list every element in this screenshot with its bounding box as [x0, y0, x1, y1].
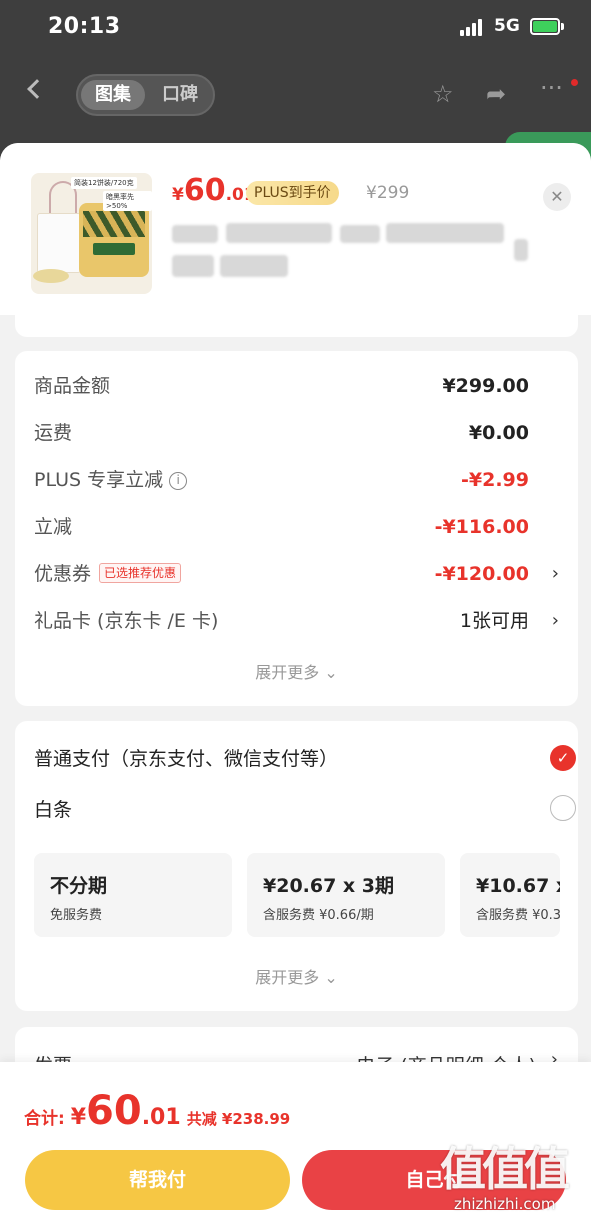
share-icon[interactable]: ➦: [486, 80, 506, 108]
close-icon[interactable]: ✕: [543, 183, 571, 211]
battery-icon: [530, 18, 560, 35]
info-icon[interactable]: i: [169, 472, 188, 490]
installment-title: ¥10.67 x 6期: [476, 875, 560, 897]
coupon-row[interactable]: 优惠券 已选推荐优惠 -¥120.00 ›: [34, 559, 559, 589]
cost-card: 商品金额 ¥299.00 运费 ¥0.00 PLUS 专享立减 i -¥2.99 …: [15, 351, 578, 706]
cost-row: 立减 -¥116.00: [34, 512, 559, 542]
cost-label-wrap: PLUS 专享立减 i: [34, 465, 188, 495]
help-pay-button[interactable]: 帮我付: [25, 1150, 290, 1210]
installment-title: ¥20.67 x 3期: [263, 875, 395, 897]
coupon-tag: 已选推荐优惠: [99, 563, 182, 583]
payment-normal-label: 普通支付（京东支付、微信支付等）: [34, 748, 339, 770]
installment-sub: 含服务费 ¥0.33/期: [476, 908, 560, 923]
total-saved: 共减 ¥238.99: [186, 1110, 291, 1128]
total-decimal: .01: [141, 1105, 181, 1130]
watermark-glyphs: 值值值: [440, 1142, 570, 1196]
status-time: 20:13: [48, 14, 121, 39]
cost-label-wrap: 优惠券 已选推荐优惠: [34, 559, 182, 589]
price-symbol: ¥: [172, 185, 184, 205]
cost-label: 立减: [34, 516, 73, 538]
image-text-mid: 暗黑率先 >50%: [103, 191, 152, 211]
cost-row: PLUS 专享立减 i -¥2.99: [34, 465, 559, 495]
total-integer: 60: [86, 1088, 142, 1134]
payment-card: 普通支付（京东支付、微信支付等） ✓ 白条 不分期 免服务费 ¥20.67 x …: [15, 721, 578, 1011]
radio-icon[interactable]: [550, 795, 576, 821]
check-icon[interactable]: ✓: [550, 745, 576, 771]
cost-value: 1张可用: [459, 610, 529, 632]
expand-more-costs[interactable]: 展开更多 ⌄: [15, 659, 578, 683]
network-label: 5G: [494, 16, 520, 36]
checkout-sheet: 简装12饼装/720克 暗黑率先 >50% ¥60.01 PLUS到手价 ¥29…: [0, 143, 591, 1224]
address-card-edge: [15, 315, 578, 337]
back-icon[interactable]: [27, 79, 47, 99]
cost-value: -¥2.99: [461, 469, 529, 491]
installment-sub: 免服务费: [50, 908, 103, 923]
installment-title: 不分期: [50, 875, 108, 897]
cost-row: 运费 ¥0.00: [34, 418, 559, 448]
installment-option[interactable]: ¥10.67 x 6期 含服务费 ¥0.33/期: [460, 853, 560, 937]
cost-row: 商品金额 ¥299.00: [34, 371, 559, 401]
more-icon[interactable]: ···: [540, 74, 563, 102]
cost-value: -¥120.00: [434, 563, 529, 585]
tab-gallery[interactable]: 图集: [81, 80, 145, 110]
chevron-right-icon: ›: [551, 563, 559, 584]
watermark-url: zhizhizhi.com: [454, 1195, 556, 1213]
gift-card-row[interactable]: 礼品卡 (京东卡 /E 卡) 1张可用 ›: [34, 606, 559, 636]
payment-baitiao-label: 白条: [34, 799, 73, 821]
blurred-title: [172, 225, 218, 243]
cost-label: 礼品卡 (京东卡 /E 卡): [34, 610, 219, 632]
plus-price-tag: PLUS到手价: [246, 181, 339, 205]
notification-dot: [571, 79, 578, 86]
total-label: 合计:: [24, 1109, 71, 1129]
original-price: ¥299: [366, 183, 410, 203]
product-image: 简装12饼装/720克 暗黑率先 >50%: [31, 173, 152, 294]
cost-value: ¥0.00: [468, 422, 529, 444]
chevron-right-icon: ›: [551, 610, 559, 631]
product-price: ¥60.01: [172, 173, 256, 208]
product-header: 简装12饼装/720克 暗黑率先 >50% ¥60.01 PLUS到手价 ¥29…: [0, 143, 591, 315]
site-watermark: 值值值 zhizhizhi.com: [440, 1133, 590, 1213]
cost-value: -¥116.00: [434, 516, 529, 538]
expand-more-payment[interactable]: 展开更多 ⌄: [15, 964, 578, 988]
installment-option[interactable]: ¥20.67 x 3期 含服务费 ¥0.66/期: [247, 853, 445, 937]
price-integer: 60: [183, 173, 226, 208]
installment-option[interactable]: 不分期 免服务费: [34, 853, 232, 937]
star-icon[interactable]: ☆: [432, 80, 454, 108]
segment-control: 图集 口碑: [76, 74, 215, 116]
cost-label: PLUS 专享立减: [34, 469, 164, 491]
tab-reviews[interactable]: 口碑: [148, 80, 212, 110]
top-nav: 图集 口碑 ☆ ➦ ···: [0, 70, 591, 120]
installment-sub: 含服务费 ¥0.66/期: [263, 908, 374, 923]
cost-label: 运费: [34, 422, 73, 444]
total-symbol: ¥: [70, 1105, 87, 1130]
cost-value: ¥299.00: [442, 375, 529, 397]
total-amount: 合计: ¥60.01 共减 ¥238.99: [24, 1088, 290, 1134]
cost-label: 优惠券: [34, 563, 92, 585]
cost-label: 商品金额: [34, 375, 111, 397]
image-text-top: 简装12饼装/720克: [71, 177, 137, 189]
status-bar: 20:13 5G: [0, 0, 591, 56]
signal-icon: [460, 18, 486, 36]
